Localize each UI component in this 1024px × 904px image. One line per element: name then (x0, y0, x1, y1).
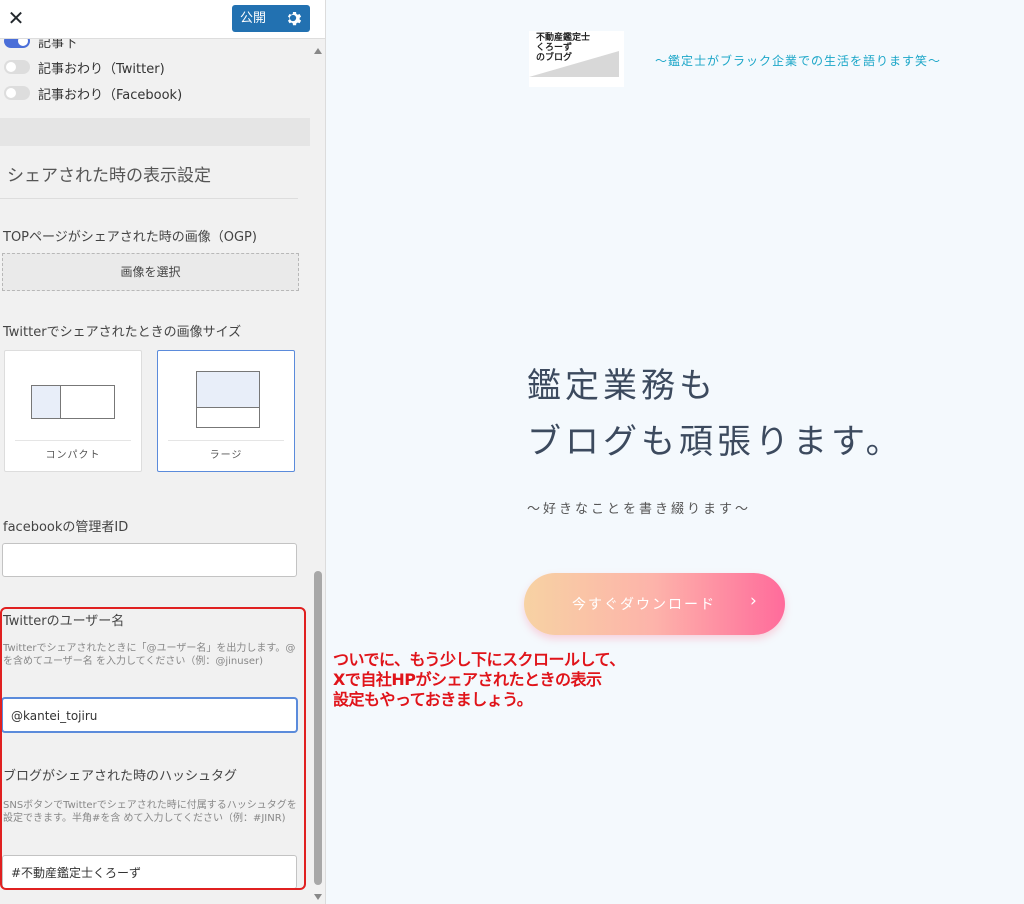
panel-scrollbar[interactable] (311, 39, 325, 904)
toggle-label: 記事おわり（Facebook) (38, 88, 183, 103)
chevron-right-icon: › (750, 591, 757, 611)
scroll-up-icon[interactable] (314, 48, 322, 54)
toggle-knob (18, 39, 28, 46)
logo-text: 不動産鑑定士 くろーず のブログ (536, 33, 591, 63)
toggle-knob (6, 62, 16, 72)
site-logo[interactable]: 不動産鑑定士 くろーず のブログ (529, 31, 624, 87)
scrollbar-thumb[interactable] (314, 571, 322, 885)
scroll-down-icon[interactable] (314, 894, 322, 900)
site-tagline: 〜鑑定士がブラック企業での生活を語ります笑〜 (655, 54, 942, 68)
compact-card-icon (31, 385, 115, 419)
toggle-knob (6, 88, 16, 98)
gear-icon[interactable] (284, 9, 302, 27)
panel-header: ✕ 公開 (0, 0, 325, 39)
hero-subtitle: 〜好きなことを書き綴ります〜 (527, 502, 752, 517)
publish-button[interactable]: 公開 (232, 5, 310, 32)
facebook-admin-input[interactable] (2, 543, 297, 577)
hero-heading: 鑑定業務も ブログも頑張ります。 (527, 358, 904, 470)
hero-line-1: 鑑定業務も (527, 366, 717, 406)
highlight-box (0, 607, 306, 890)
section-title: シェアされた時の表示設定 (7, 166, 211, 186)
publish-label: 公開 (240, 11, 267, 26)
close-icon[interactable]: ✕ (2, 4, 30, 32)
toggle-label: 記事下 (38, 39, 78, 51)
toggle-label: 記事おわり（Twitter) (38, 62, 165, 77)
customizer-panel: ✕ 公開 記事下 記事おわり（Twitter) 記事おわり（Facebook) … (0, 0, 326, 904)
download-button[interactable]: 今すぐダウンロード › (524, 573, 785, 635)
ogp-label: TOPページがシェアされた時の画像（OGP) (3, 230, 257, 245)
card-label: ラージ (209, 450, 243, 461)
twitter-size-label: Twitterでシェアされたときの画像サイズ (3, 325, 242, 340)
card-label: コンパクト (45, 450, 101, 461)
card-divider (15, 440, 131, 441)
card-option-compact[interactable]: コンパクト (4, 350, 142, 472)
facebook-admin-label: facebookの管理者ID (3, 520, 129, 535)
card-divider (168, 440, 284, 441)
large-card-icon (196, 371, 260, 428)
card-option-large[interactable]: ラージ (157, 350, 295, 472)
hero-line-2: ブログも頑張ります。 (527, 422, 904, 462)
section-divider (0, 118, 310, 146)
annotation-text: ついでに、もう少し下にスクロールして、 Xで自社HPがシェアされたときの表示 設定も… (333, 650, 625, 709)
select-image-button[interactable]: 画像を選択 (2, 253, 299, 291)
toggle-switch[interactable] (4, 86, 30, 100)
download-label: 今すぐダウンロード (572, 597, 716, 613)
toggle-switch[interactable] (4, 39, 30, 48)
divider-line (0, 198, 298, 199)
toggle-switch[interactable] (4, 60, 30, 74)
